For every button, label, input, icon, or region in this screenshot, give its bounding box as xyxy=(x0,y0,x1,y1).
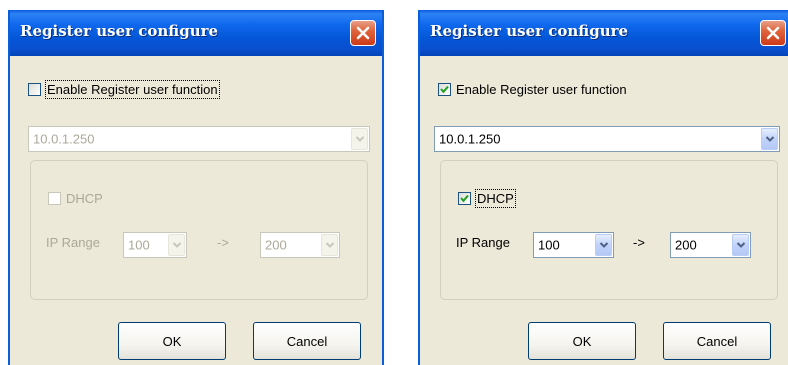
ok-button[interactable]: OK xyxy=(118,322,226,360)
range-end-dropdown[interactable]: 200 xyxy=(260,232,340,258)
chevron-down-icon xyxy=(172,242,181,248)
dhcp-checkbox[interactable]: DHCP xyxy=(458,188,516,208)
dhcp-checkbox[interactable]: DHCP xyxy=(48,188,104,208)
dialog-title: Register user configure xyxy=(20,22,219,40)
ok-button[interactable]: OK xyxy=(528,322,636,360)
close-icon xyxy=(766,26,780,40)
enable-register-user-checkbox[interactable]: Enable Register user function xyxy=(438,79,628,99)
enable-register-user-label: Enable Register user function xyxy=(456,81,627,97)
dropdown-button[interactable] xyxy=(732,234,749,256)
range-start-dropdown[interactable]: 100 xyxy=(533,232,614,258)
close-button[interactable] xyxy=(350,20,376,46)
dialog-title: Register user configure xyxy=(430,22,629,40)
ip-range-label: IP Range xyxy=(456,235,510,250)
server-ip-value: 10.0.1.250 xyxy=(439,131,501,147)
close-button[interactable] xyxy=(760,20,786,46)
dropdown-button[interactable] xyxy=(321,234,338,256)
checkmark-icon xyxy=(460,194,469,202)
checkbox-box[interactable] xyxy=(458,191,471,205)
range-arrow: -> xyxy=(217,235,229,250)
chevron-down-icon xyxy=(355,136,364,142)
title-bar[interactable]: Register user configure xyxy=(10,10,382,56)
chevron-down-icon xyxy=(765,136,774,142)
close-icon xyxy=(356,26,370,40)
range-start-value: 100 xyxy=(538,237,560,253)
range-start-value: 100 xyxy=(128,237,150,253)
dropdown-button[interactable] xyxy=(761,128,778,150)
dhcp-label: DHCP xyxy=(475,188,516,208)
title-bar[interactable]: Register user configure xyxy=(420,10,788,56)
range-start-dropdown[interactable]: 100 xyxy=(123,232,187,258)
chevron-down-icon xyxy=(599,242,608,248)
range-end-dropdown[interactable]: 200 xyxy=(670,232,751,258)
range-arrow: -> xyxy=(633,235,645,250)
chevron-down-icon xyxy=(325,242,334,248)
dropdown-button[interactable] xyxy=(168,234,185,256)
server-ip-dropdown[interactable]: 10.0.1.250 xyxy=(28,126,370,152)
dropdown-button[interactable] xyxy=(595,234,612,256)
range-end-value: 200 xyxy=(675,237,697,253)
server-ip-value: 10.0.1.250 xyxy=(33,131,95,147)
checkbox-box[interactable] xyxy=(28,82,41,96)
server-ip-dropdown[interactable]: 10.0.1.250 xyxy=(434,126,780,152)
dhcp-groupbox xyxy=(440,160,778,300)
chevron-down-icon xyxy=(736,242,745,248)
register-user-dialog-enabled: Register user configure Enable Register … xyxy=(418,10,788,365)
cancel-button[interactable]: Cancel xyxy=(253,322,361,360)
dropdown-button[interactable] xyxy=(351,128,368,150)
register-user-dialog-disabled: Register user configure Enable Register … xyxy=(8,10,384,365)
dhcp-label: DHCP xyxy=(66,190,103,206)
enable-register-user-label: Enable Register user function xyxy=(45,79,220,99)
range-end-value: 200 xyxy=(265,237,287,253)
enable-register-user-checkbox[interactable]: Enable Register user function xyxy=(28,79,220,99)
checkbox-box[interactable] xyxy=(48,191,61,205)
checkmark-icon xyxy=(440,85,449,93)
ip-range-label: IP Range xyxy=(46,235,100,250)
checkbox-box[interactable] xyxy=(438,82,451,96)
dhcp-groupbox xyxy=(30,160,368,300)
cancel-button[interactable]: Cancel xyxy=(663,322,771,360)
